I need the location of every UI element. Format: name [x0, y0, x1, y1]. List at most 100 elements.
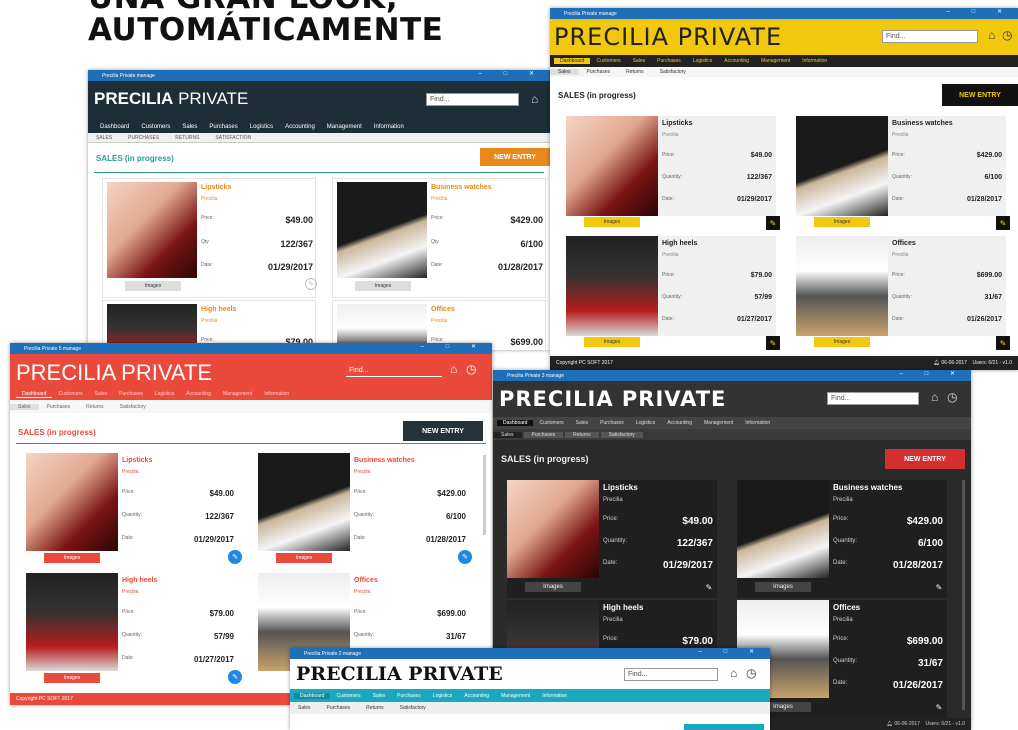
window-controls[interactable]: – □ ✕	[699, 648, 764, 655]
tab-purchases[interactable]: Purchases	[39, 404, 79, 410]
home-icon[interactable]: ⌂	[450, 362, 457, 376]
product-card-lipsticks[interactable]: Lipsticks Precilia Price: $49.00 Quantity…	[26, 453, 242, 571]
nav-information[interactable]: Information	[368, 124, 410, 130]
nav-sales[interactable]: Sales	[570, 420, 595, 426]
images-button[interactable]: Images	[44, 553, 100, 563]
home-icon[interactable]: ⌂	[988, 28, 995, 42]
nav-sales[interactable]: Sales	[89, 391, 114, 397]
power-icon[interactable]: ◷	[466, 362, 476, 376]
tab-returns[interactable]: Returns	[565, 431, 599, 438]
edit-icon[interactable]: ✎	[766, 216, 780, 230]
nav-management[interactable]: Management	[755, 58, 796, 64]
images-button[interactable]: Images	[125, 281, 181, 291]
new-entry-button[interactable]: NEW ENTRY	[403, 421, 483, 441]
nav-customers[interactable]: Customers	[330, 693, 366, 699]
tab-satisfactory[interactable]: Satisfactory	[652, 69, 694, 75]
nav-accounting[interactable]: Accounting	[180, 391, 217, 397]
tab-satisfactory[interactable]: Satisfactory	[392, 705, 434, 711]
product-card-lipsticks[interactable]: Lipsticks Precilia Price: $49.00 Quantity…	[566, 116, 780, 234]
nav-customers[interactable]: Customers	[135, 124, 176, 130]
nav-accounting[interactable]: Accounting	[458, 693, 495, 699]
home-icon[interactable]: ⌂	[931, 390, 938, 404]
power-icon[interactable]: ◷	[1002, 28, 1012, 42]
nav-accounting[interactable]: Accounting	[661, 420, 698, 426]
product-card-lipsticks[interactable]: Lipsticks Precilia Price: $49.00 Quantity…	[507, 480, 717, 598]
nav-information[interactable]: Information	[796, 58, 833, 64]
search-input[interactable]: Find...	[426, 93, 519, 106]
tab-returns[interactable]: Returns	[78, 404, 112, 410]
tab-purchases[interactable]: Purchases	[319, 705, 359, 711]
nav-customers[interactable]: Customers	[52, 391, 88, 397]
nav-logistics[interactable]: Logistics	[149, 391, 180, 397]
window-controls[interactable]: – □ ✕	[421, 343, 486, 350]
nav-purchases[interactable]: Purchases	[391, 693, 427, 699]
tab-sales[interactable]: Sales	[290, 705, 319, 711]
product-card-heels[interactable]: High heels Precilia Price: $79.00 Quantit…	[26, 573, 242, 691]
search-input[interactable]: Find...	[624, 668, 718, 681]
home-icon[interactable]: ⌂	[531, 92, 538, 106]
edit-icon[interactable]: ✎	[933, 581, 945, 593]
nav-management[interactable]: Management	[217, 391, 258, 397]
new-entry-button[interactable]: NEW ENTRY	[480, 148, 550, 166]
product-card-watches[interactable]: Business watches Precilia Price: $429.00 …	[737, 480, 947, 598]
edit-icon[interactable]: ✎	[228, 670, 242, 684]
tab-returns[interactable]: RETURNS	[167, 135, 207, 141]
nav-logistics[interactable]: Logistics	[630, 420, 661, 426]
power-icon[interactable]: ◷	[947, 390, 957, 404]
images-button[interactable]: Images	[814, 217, 870, 227]
search-input[interactable]: Find...	[882, 30, 978, 43]
window-controls[interactable]: – □ ✕	[900, 370, 965, 377]
new-entry-button[interactable]: NEW ENTRY	[942, 84, 1018, 106]
scrollbar[interactable]	[962, 480, 965, 710]
nav-sales[interactable]: Sales	[176, 124, 203, 130]
tab-sales[interactable]: Sales	[10, 403, 39, 410]
images-button[interactable]: Images	[814, 337, 870, 347]
images-button[interactable]: Images	[525, 582, 581, 592]
new-entry-button[interactable]: NEW ENTRY	[885, 449, 965, 469]
nav-dashboard[interactable]: Dashboard	[497, 420, 534, 426]
product-card-heels[interactable]: High heels Precilia Price: $79.00 Quantit…	[566, 236, 780, 354]
images-button[interactable]: Images	[44, 673, 100, 683]
tab-sales[interactable]: Sales	[550, 69, 579, 75]
nav-accounting[interactable]: Accounting	[718, 58, 755, 64]
nav-logistics[interactable]: Logistics	[244, 124, 279, 130]
nav-management[interactable]: Management	[495, 693, 536, 699]
tab-purchases[interactable]: PURCHASES	[120, 135, 167, 141]
nav-dashboard[interactable]: Dashboard	[554, 58, 591, 64]
nav-purchases[interactable]: Purchases	[594, 420, 630, 426]
bell-icon[interactable]: 🔔︎	[887, 721, 893, 727]
product-card-watches[interactable]: Business watches Precilia Price: $429.00 …	[796, 116, 1010, 234]
nav-logistics[interactable]: Logistics	[687, 58, 718, 64]
product-card-offices[interactable]: Offices Precilia Price: $699.00 Quantity:…	[796, 236, 1010, 354]
images-button[interactable]: Images	[584, 337, 640, 347]
tab-satisfaction[interactable]: SATISFACTION	[207, 135, 259, 141]
power-icon[interactable]: ◷	[746, 666, 756, 680]
edit-icon[interactable]: ✎	[458, 550, 472, 564]
nav-purchases[interactable]: Purchases	[651, 58, 687, 64]
tab-sales[interactable]: Sales	[493, 431, 522, 438]
images-button[interactable]: Images	[755, 582, 811, 592]
nav-management[interactable]: Management	[321, 124, 368, 130]
tab-returns[interactable]: Returns	[618, 69, 652, 75]
window-controls[interactable]: – □ ✕	[479, 70, 544, 77]
product-card-watches[interactable]: Business watches Precilia Price: $429.00 …	[258, 453, 472, 571]
scrollbar[interactable]	[483, 455, 486, 535]
nav-customers[interactable]: Customers	[533, 420, 569, 426]
nav-purchases[interactable]: Purchases	[203, 124, 243, 130]
search-input[interactable]: Find...	[346, 365, 442, 377]
nav-dashboard[interactable]: Dashboard	[294, 692, 331, 699]
tab-purchases[interactable]: Purchases	[523, 431, 564, 438]
window-controls[interactable]: – □ ✕	[947, 8, 1012, 15]
edit-icon[interactable]: ✎	[996, 216, 1010, 230]
nav-management[interactable]: Management	[698, 420, 739, 426]
nav-accounting[interactable]: Accounting	[279, 124, 321, 130]
nav-information[interactable]: Information	[536, 693, 573, 699]
new-entry-button[interactable]	[684, 724, 764, 730]
edit-icon[interactable]: ✎	[933, 701, 945, 713]
edit-icon[interactable]: ✎	[228, 550, 242, 564]
tab-purchases[interactable]: Purchases	[579, 69, 619, 75]
edit-icon[interactable]: ✎	[305, 278, 317, 290]
nav-information[interactable]: Information	[739, 420, 776, 426]
nav-sales[interactable]: Sales	[367, 693, 392, 699]
home-icon[interactable]: ⌂	[730, 666, 737, 680]
